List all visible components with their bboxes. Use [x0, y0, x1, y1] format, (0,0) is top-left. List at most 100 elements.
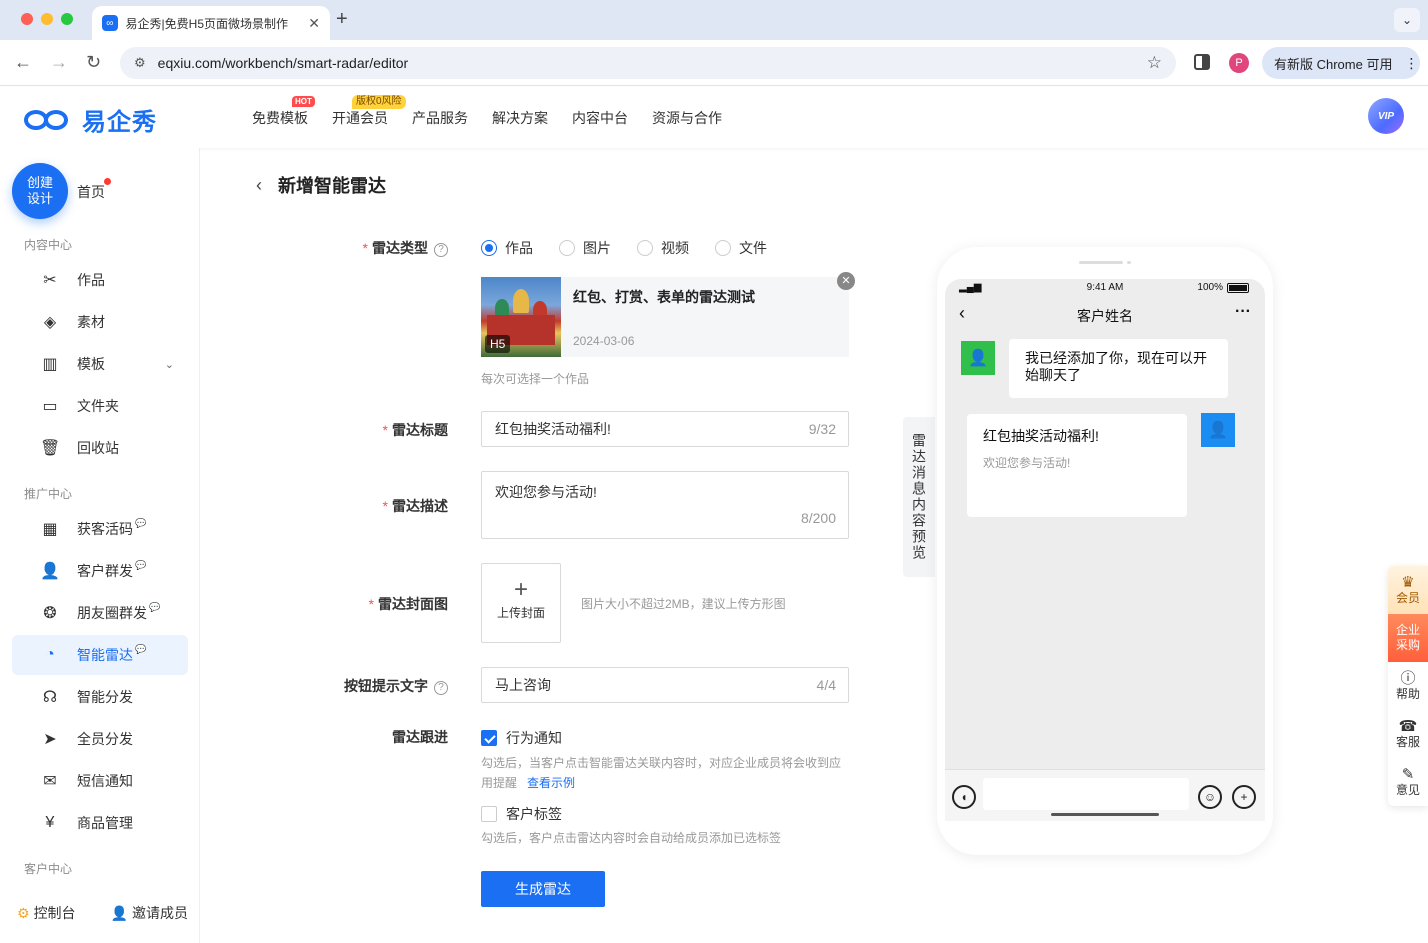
customer-tag-checkbox[interactable]: 客户标签: [481, 804, 562, 824]
address-bar: ← → ↻ ⚙ eqxiu.com/workbench/smart-radar/…: [0, 40, 1428, 86]
sidebar-item-works[interactable]: ✂ 作品: [12, 260, 188, 300]
invite-member-link[interactable]: 👤 邀请成员: [111, 903, 188, 923]
char-counter: 8/200: [800, 510, 836, 526]
sidebar-item-smart-distribute[interactable]: ☊ 智能分发: [12, 677, 188, 717]
sidebar-item-sms[interactable]: ✉ 短信通知: [12, 761, 188, 801]
sidebar-item-materials[interactable]: ◈ 素材: [12, 302, 188, 342]
back-chevron-icon[interactable]: ‹: [256, 175, 262, 196]
nav-solutions[interactable]: 解决方案: [492, 108, 548, 128]
sidebar-item-moments[interactable]: ❂ 朋友圈群发 💬: [12, 593, 188, 633]
site-info-icon[interactable]: ⚙: [134, 55, 146, 71]
profile-avatar[interactable]: P: [1229, 53, 1249, 73]
sidebar-item-goods[interactable]: ¥ 商品管理: [12, 803, 188, 843]
new-tab-button[interactable]: +: [336, 8, 348, 31]
nav-membership[interactable]: 开通会员 版权0风险: [332, 95, 406, 128]
radar-title-label: * 雷达标题: [382, 422, 448, 438]
tab-close-icon[interactable]: ✕: [308, 15, 320, 32]
sidebar-item-templates[interactable]: ▥ 模板 ⌄: [12, 344, 188, 384]
upload-cover-button[interactable]: + 上传封面: [481, 563, 561, 643]
float-vip-button[interactable]: ♛ 会员: [1388, 566, 1428, 614]
float-help-button[interactable]: ⓘ 帮助: [1388, 662, 1428, 710]
reload-icon[interactable]: ↻: [86, 52, 101, 73]
omnibox[interactable]: ⚙ eqxiu.com/workbench/smart-radar/editor…: [120, 47, 1176, 79]
sidebar-item-trash[interactable]: 🗑 回收站: [12, 428, 188, 468]
float-enterprise-button[interactable]: 企业采购: [1388, 614, 1428, 662]
chat-text-input[interactable]: [983, 778, 1189, 810]
console-link[interactable]: ⚙ 控制台: [17, 903, 76, 923]
gear-icon: ⚙: [17, 905, 30, 921]
sidebar-item-folder[interactable]: ▭ 文件夹: [12, 386, 188, 426]
phone-speaker: [1079, 261, 1123, 264]
voice-icon[interactable]: ◖: [952, 785, 976, 809]
nav-content-hub[interactable]: 内容中台: [572, 108, 628, 128]
sidebar-item-lead-qr[interactable]: ▦ 获客活码 💬: [12, 509, 188, 549]
sidebar-item-all-staff[interactable]: ➤ 全员分发: [12, 719, 188, 759]
help-question-icon[interactable]: ?: [434, 243, 448, 257]
sidebar-item-label: 作品: [77, 272, 105, 288]
sidebar-item-label: 智能雷达: [77, 647, 133, 663]
battery-percent: 100%: [1197, 282, 1223, 293]
create-design-button[interactable]: 创建设计: [12, 163, 68, 219]
button-text-label: 按钮提示文字?: [248, 676, 448, 696]
eqxiu-logo[interactable]: 易企秀: [24, 102, 157, 137]
radar-icon: ◔: [45, 646, 55, 663]
tab-search-chevron-icon[interactable]: ⌄: [1394, 8, 1420, 32]
eqxiu-favicon-icon: ∞: [102, 15, 118, 31]
behavior-notify-checkbox[interactable]: 行为通知: [481, 728, 562, 748]
sidebar-item-label: 模板: [77, 356, 105, 372]
more-dots-icon[interactable]: ···: [1235, 303, 1251, 321]
sidebar-item-mass-message[interactable]: 👤 客户群发 💬: [12, 551, 188, 591]
bookmark-star-icon[interactable]: ☆: [1147, 53, 1162, 73]
label-text: 雷达跟进: [392, 729, 448, 745]
sidebar-item-label: 客户群发: [77, 563, 133, 579]
radio-indicator: [637, 240, 653, 256]
url-text[interactable]: eqxiu.com/workbench/smart-radar/editor: [158, 55, 409, 71]
radio-works[interactable]: 作品: [481, 238, 533, 258]
tools-icon: ✂: [43, 272, 57, 289]
back-arrow-icon[interactable]: ←: [14, 52, 32, 73]
minimize-window-button[interactable]: [41, 13, 53, 25]
nav-free-templates[interactable]: 免费模板 HOT: [252, 96, 315, 128]
input-value: 红包抽奖活动福利!: [495, 421, 611, 437]
radar-desc-textarea[interactable]: 欢迎您参与活动! 8/200: [481, 471, 849, 539]
sidebar-item-label: 朋友圈群发: [77, 605, 147, 621]
generate-radar-button[interactable]: 生成雷达: [481, 871, 605, 907]
yen-icon: ¥: [45, 814, 55, 831]
add-plus-icon[interactable]: +: [1232, 785, 1256, 809]
browser-tab[interactable]: ∞ 易企秀|免费H5页面微场景制作 ✕: [92, 6, 330, 40]
radio-indicator: [559, 240, 575, 256]
add-user-icon: 👤: [110, 905, 128, 921]
nav-resources[interactable]: 资源与合作: [652, 108, 722, 128]
radar-title-input[interactable]: 红包抽奖活动福利! 9/32: [481, 411, 849, 447]
view-example-link[interactable]: 查看示例: [527, 776, 575, 790]
sidebar-item-smart-radar[interactable]: ◔ 智能雷达 💬: [12, 635, 188, 675]
button-text-input[interactable]: 马上咨询 4/4: [481, 667, 849, 703]
sidebar-item-label: 文件夹: [77, 398, 119, 414]
radar-card-bubble[interactable]: 红包抽奖活动福利! 欢迎您参与活动!: [967, 414, 1187, 517]
radio-image[interactable]: 图片: [559, 238, 611, 258]
kebab-menu-icon[interactable]: ⋮: [1404, 55, 1418, 72]
sidebar-item-label: 获客活码: [77, 521, 133, 537]
side-panel-icon[interactable]: [1194, 54, 1210, 70]
preview-tab[interactable]: 雷达消息内容预览: [903, 417, 935, 577]
float-service-button[interactable]: ☎ 客服: [1388, 710, 1428, 758]
forward-arrow-icon[interactable]: →: [50, 52, 68, 73]
chrome-update-button[interactable]: 有新版 Chrome 可用 ⋮: [1262, 47, 1420, 79]
nav-products[interactable]: 产品服务: [412, 108, 468, 128]
selected-work-card[interactable]: H5 红包、打赏、表单的雷达测试 2024-03-06: [481, 277, 849, 357]
help-question-icon[interactable]: ?: [434, 681, 448, 695]
radio-video[interactable]: 视频: [637, 238, 689, 258]
close-window-button[interactable]: [21, 13, 33, 25]
radio-file[interactable]: 文件: [715, 238, 767, 258]
maximize-window-button[interactable]: [61, 13, 73, 25]
emoji-icon[interactable]: ☺: [1198, 785, 1222, 809]
user-vip-avatar[interactable]: VIP: [1368, 98, 1404, 134]
float-feedback-button[interactable]: ✎ 意见: [1388, 758, 1428, 806]
brain-icon: ☊: [42, 689, 58, 706]
hint-line-1: 勾选后，当客户点击智能雷达关联内容时，对应企业成员将会收到应: [481, 756, 842, 770]
page-title-text: 新增智能雷达: [278, 176, 386, 196]
remove-work-close-icon[interactable]: ✕: [837, 272, 855, 290]
checkbox-label: 行为通知: [506, 730, 562, 746]
float-label: 会员: [1395, 591, 1420, 605]
sidebar-item-home[interactable]: 首页: [77, 182, 105, 202]
